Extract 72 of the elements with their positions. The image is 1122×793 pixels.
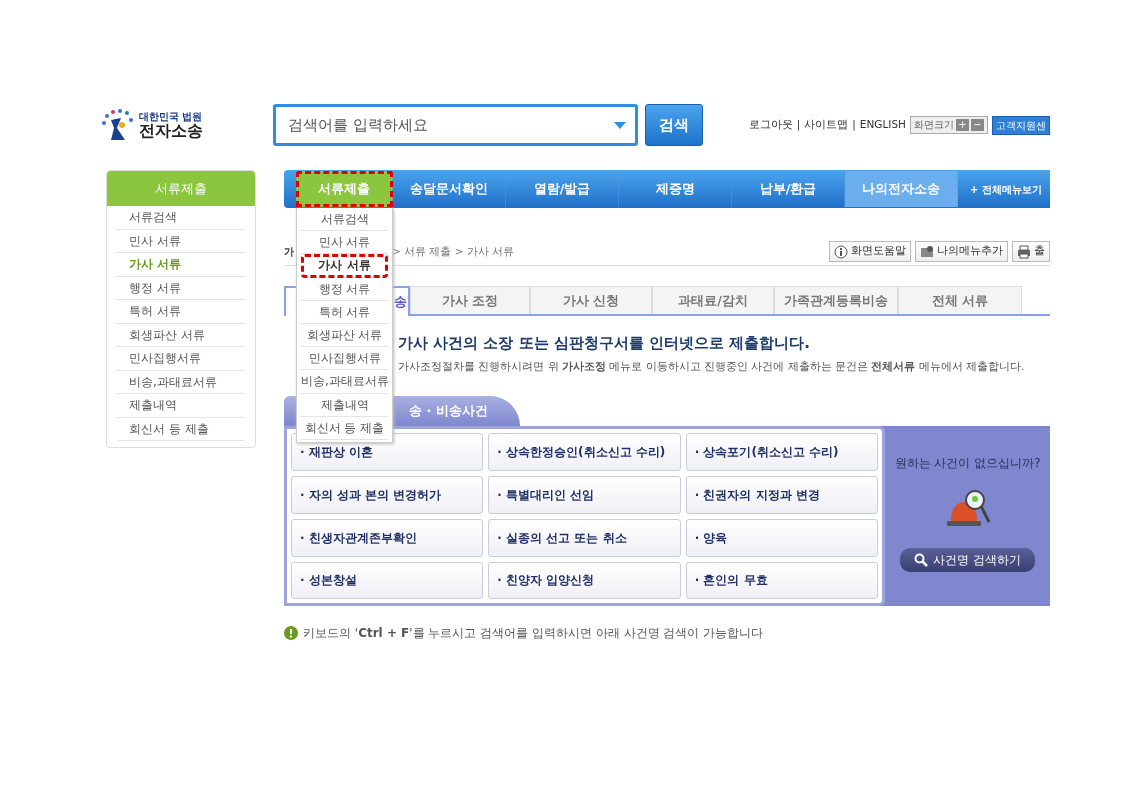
- header-link[interactable]: 사이트맵: [804, 117, 849, 133]
- case-link[interactable]: · 상속포기(취소신고 수리): [685, 433, 878, 471]
- logo-subtitle: 대한민국 법원: [139, 110, 203, 122]
- header-link[interactable]: 로그아웃: [748, 117, 793, 133]
- dropdown-item[interactable]: 가사 서류: [301, 254, 388, 278]
- logo-title: 전자소송: [139, 121, 203, 140]
- dropdown-item[interactable]: 회신서 등 제출: [301, 416, 388, 440]
- folder-plus-icon: [920, 244, 934, 259]
- dropdown-item[interactable]: 서류검색: [301, 208, 388, 232]
- note-text: 키보드의 'Ctrl + F'를 누르시고 검색어를 입력하시면 아래 사건명 검색이 가능합니다: [303, 625, 764, 643]
- search-icon: [914, 553, 929, 568]
- breadcrumb-text: 가: [284, 245, 295, 259]
- sidebar-item[interactable]: 비송,과태료서류: [117, 370, 245, 394]
- header-link[interactable]: ENGLISH: [859, 117, 906, 133]
- sidebar-item[interactable]: 행정 서류: [117, 276, 245, 300]
- zoom-in-button[interactable]: +: [956, 119, 969, 131]
- search-field[interactable]: 검색어를 입력하세요: [273, 104, 639, 146]
- breadcrumb-text: > 서류 제출 > 가사 서류: [392, 243, 515, 259]
- dropdown-item[interactable]: 비송,과태료서류: [301, 370, 388, 394]
- case-link[interactable]: · 자의 성과 본의 변경허가: [291, 476, 484, 514]
- printer-icon: [1017, 244, 1031, 259]
- tool-button[interactable]: 화면도움말: [829, 241, 911, 262]
- case-link[interactable]: · 상속한정승인(취소신고 수리): [488, 433, 681, 471]
- description-text: 가사조정절차를 진행하시려면 위 가사조정 메뉴로 이동하시고 진행중인 사건에 제출하는 문건은 전체서류 메뉴에서 제출합니다.: [398, 358, 1026, 374]
- search-button[interactable]: 검색: [645, 104, 703, 146]
- tool-button[interactable]: 나의메뉴추가: [915, 241, 1008, 262]
- nav-tab[interactable]: 제증명: [619, 171, 732, 207]
- tool-button[interactable]: 출: [1012, 241, 1050, 262]
- dropdown-item[interactable]: 행정 서류: [301, 277, 388, 301]
- tab[interactable]: 전체 서류: [898, 286, 1022, 314]
- nav-tab[interactable]: 송달문서확인: [393, 171, 506, 207]
- court-logo-icon: [101, 108, 135, 142]
- sidebar-title: 서류제출: [107, 171, 255, 206]
- tab[interactable]: 과태료/감치: [652, 286, 774, 314]
- dropdown-item[interactable]: 회생파산 서류: [301, 323, 388, 348]
- tab[interactable]: 가족관계등록비송: [774, 286, 898, 314]
- dropdown-item[interactable]: 민사 서류: [301, 231, 388, 255]
- sidebar-item[interactable]: 서류검색: [117, 206, 245, 230]
- case-link[interactable]: · 양육: [685, 518, 878, 557]
- dropdown-item[interactable]: 특허 서류: [301, 300, 388, 324]
- tab[interactable]: 가사 조정: [410, 286, 530, 314]
- case-link[interactable]: · 친권자의 지정과 변경: [685, 476, 878, 514]
- zoom-label: 화면크기: [914, 117, 954, 132]
- case-link[interactable]: · 혼인의 무효: [685, 561, 878, 600]
- dropdown-item[interactable]: 민사집행서류: [301, 347, 388, 371]
- question-text: 원하는 사건이 없으십니까?: [894, 455, 1041, 473]
- info-icon: [284, 626, 298, 641]
- page-heading: 가사 사건의 소장 또는 심판청구서를 인터넷으로 제출합니다.: [398, 333, 812, 354]
- inline-link[interactable]: 가사조정: [562, 359, 606, 372]
- inline-link[interactable]: 전체서류: [871, 359, 916, 372]
- link-separator: |: [852, 117, 856, 133]
- case-search-button[interactable]: 사건명 검색하기: [900, 548, 1035, 573]
- case-link[interactable]: · 실종의 선고 또는 취소: [488, 518, 681, 557]
- case-link[interactable]: · 특별대리인 선임: [488, 476, 681, 514]
- tab[interactable]: 가사 신청: [530, 286, 652, 314]
- zoom-out-button[interactable]: −: [971, 119, 984, 131]
- case-link[interactable]: · 성본창설: [291, 561, 484, 600]
- info-icon: [834, 244, 848, 259]
- sidebar-item[interactable]: 민사집행서류: [117, 347, 245, 371]
- dropdown-item[interactable]: 제출내역: [301, 393, 388, 417]
- case-link[interactable]: · 친생자관계존부확인: [291, 518, 484, 557]
- sidebar-item[interactable]: 회생파산 서류: [117, 323, 245, 347]
- nav-tab[interactable]: 열람/발급: [506, 171, 619, 207]
- sidebar-item[interactable]: 민사 서류: [117, 229, 245, 253]
- sidebar-item[interactable]: 회신서 등 제출: [117, 417, 245, 441]
- dropdown-caret-icon[interactable]: [614, 122, 627, 129]
- sidebar-item[interactable]: 제출내역: [117, 394, 245, 418]
- all-menu-link[interactable]: + 전체메뉴보기: [958, 181, 1042, 197]
- link-separator: |: [796, 117, 801, 133]
- support-button[interactable]: 고객지원센: [992, 115, 1050, 135]
- sidebar-item[interactable]: 특허 서류: [117, 300, 245, 324]
- case-link[interactable]: · 친양자 입양신청: [488, 561, 681, 600]
